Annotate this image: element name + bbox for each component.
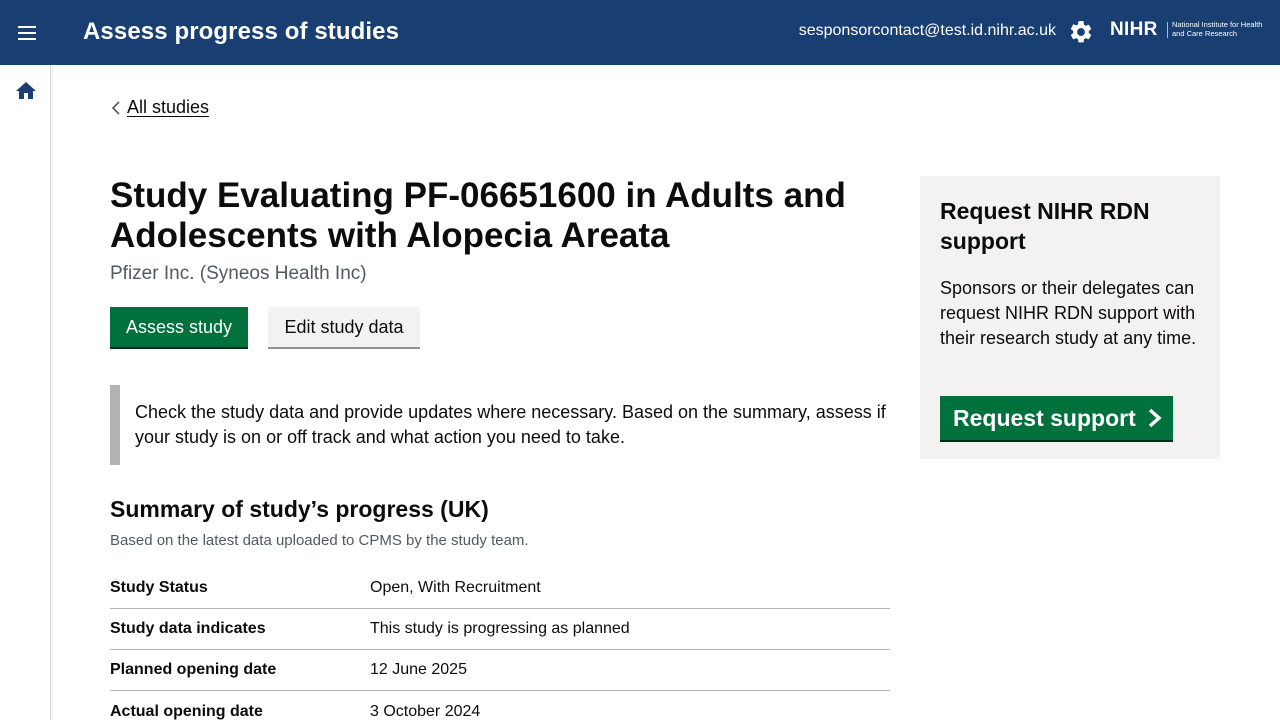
summary-row-value: 3 October 2024 [370, 702, 481, 720]
logo-text: NIHR [1110, 19, 1158, 40]
app-title: Assess progress of studies [83, 18, 400, 45]
summary-row: Study data indicates This study is progr… [110, 609, 890, 650]
summary-caption: Based on the latest data uploaded to CPM… [110, 532, 529, 549]
request-support-label: Request support [953, 404, 1136, 431]
study-title: Study Evaluating PF-06651600 in Adults a… [110, 176, 846, 255]
summary-row-key: Study Status [110, 579, 208, 596]
chevron-left-icon [111, 100, 120, 115]
home-icon[interactable] [14, 79, 38, 103]
edit-study-data-button[interactable]: Edit study data [268, 307, 420, 347]
summary-row-value: Open, With Recruitment [370, 579, 541, 596]
logo-divider [1167, 22, 1168, 38]
summary-row: Actual opening date 3 October 2024 [110, 691, 890, 720]
top-header: Assess progress of studies sesponsorcont… [0, 0, 1280, 65]
sidebar [0, 65, 51, 720]
logo-subtext: National Institute for Health and Care R… [1172, 20, 1263, 38]
summary-list: Study Status Open, With Recruitment Stud… [110, 568, 890, 720]
summary-row: Study Status Open, With Recruitment [110, 568, 890, 609]
summary-row: Planned opening date 12 June 2025 [110, 650, 890, 691]
panel-body: Sponsors or their delegates can request … [940, 278, 1197, 348]
summary-row-value: This study is progressing as planned [370, 620, 630, 637]
inset-text: Check the study data and provide updates… [110, 385, 890, 465]
summary-row-value: 12 June 2025 [370, 661, 467, 678]
chevron-right-icon [1148, 408, 1162, 428]
summary-row-key: Planned opening date [110, 661, 277, 678]
nihr-logo: NIHR National Institute for Health and C… [1110, 18, 1270, 48]
summary-heading: Summary of study’s progress (UK) [110, 496, 489, 522]
back-link-all-studies[interactable]: All studies [110, 97, 209, 118]
hamburger-menu-icon[interactable] [12, 18, 42, 48]
assess-study-button[interactable]: Assess study [110, 307, 248, 347]
study-sponsor: Pfizer Inc. (Syneos Health Inc) [110, 263, 367, 284]
request-support-panel: Request NIHR RDN support Sponsors or the… [920, 176, 1220, 459]
back-link-label: All studies [127, 97, 210, 117]
summary-row-key: Study data indicates [110, 620, 266, 637]
panel-title: Request NIHR RDN support [940, 198, 1150, 254]
summary-row-key: Actual opening date [110, 702, 263, 720]
user-email: sesponsorcontact@test.id.nihr.ac.uk [798, 22, 1056, 39]
gear-icon[interactable] [1068, 19, 1094, 45]
request-support-button[interactable]: Request support [940, 396, 1173, 440]
